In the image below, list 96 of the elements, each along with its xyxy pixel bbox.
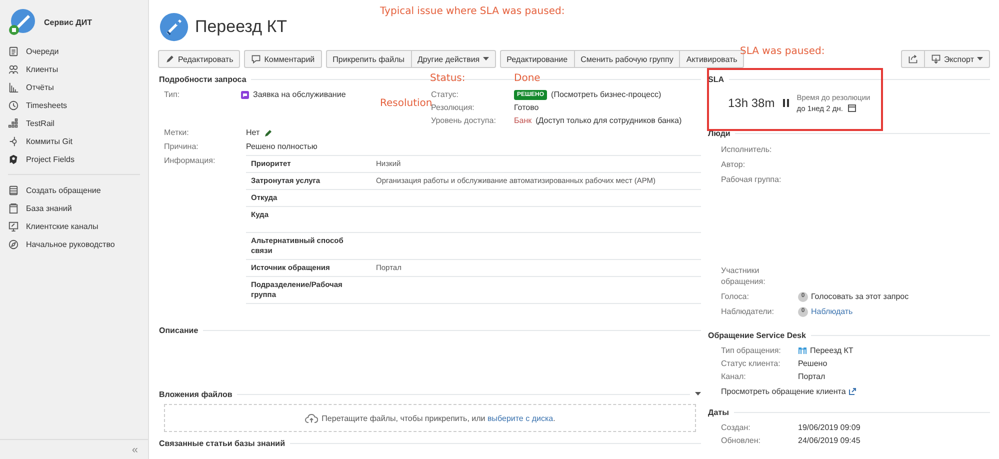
list-icon (8, 46, 19, 56)
request-type-icon (798, 346, 807, 355)
calendar-icon (848, 104, 856, 112)
toolbar-button[interactable]: Сменить рабочую группу (574, 50, 680, 68)
file-dropzone[interactable]: Перетащите файлы, чтобы прикрепить, или выберите с диска. (164, 404, 696, 432)
field-label: Резолюция: (431, 103, 476, 114)
vote-link[interactable]: Голосовать за этот запрос (811, 289, 909, 304)
field-value: (Доступ только для сотрудников банка) (536, 115, 682, 127)
field-label: Уровень доступа: (431, 115, 497, 127)
field-value: Переезд КТ (810, 345, 854, 357)
project-avatar-icon (8, 8, 36, 36)
bar-chart-icon (8, 82, 19, 92)
toolbar-button[interactable]: Другие действия (410, 50, 496, 68)
nav-item[interactable]: Клиентские каналы (0, 217, 148, 235)
toolbar-button[interactable]: Прикрепить файлы (326, 50, 412, 68)
field-value: Заявка на обслуживание (253, 89, 346, 101)
field-label: Обновлен: (721, 435, 762, 447)
annotation-note: Status: (430, 73, 466, 84)
field-label: Голоса: (721, 291, 750, 303)
field-label: Исполнитель: (721, 144, 773, 156)
field-value: 19/06/2019 09:09 (798, 422, 862, 434)
request-type-icon (241, 90, 249, 98)
clock-icon (8, 100, 19, 110)
nav-item[interactable]: Timesheets (0, 96, 148, 114)
toolbar-button[interactable]: Комментарий (244, 50, 322, 68)
field-label: Информация: (163, 155, 216, 167)
nav-item[interactable]: TestRail (0, 114, 148, 132)
external-link-icon (848, 388, 856, 395)
field-label: Причина: (163, 141, 200, 153)
field-value: Портал (798, 371, 826, 383)
field-label: Рабочая группа: (721, 174, 782, 186)
watch-link[interactable]: Наблюдать (811, 304, 853, 319)
speech-bubble-icon (251, 54, 262, 64)
field-label: Тип обращения: (721, 345, 782, 357)
annotation-note: Resolution (380, 98, 432, 109)
section-heading: SLA (708, 74, 724, 84)
section-heading: Подробности запроса (159, 74, 246, 84)
field-label: Метки: (163, 127, 190, 139)
section-heading: Связанные статьи базы знаний (159, 438, 285, 448)
nav-item[interactable]: Project Fields (0, 150, 148, 168)
issue-type-icon (159, 12, 189, 42)
compass-icon (8, 238, 19, 250)
field-value: Решено полностью (246, 141, 318, 153)
nav-item[interactable]: Коммиты Git (0, 132, 148, 150)
field-label: Автор: (721, 159, 746, 171)
people-icon (8, 64, 19, 74)
annotation-note: Typical issue where SLA was paused: (380, 6, 565, 17)
export-icon (930, 54, 941, 64)
field-label: Канал: (721, 371, 747, 383)
form-icon (8, 184, 19, 196)
access-level-link[interactable]: Банк (514, 114, 532, 127)
share-icon (908, 54, 918, 64)
sla-time: 13h 38m (728, 96, 775, 110)
upload-cloud-icon (304, 413, 318, 423)
field-label: Наблюдатели: (721, 306, 775, 318)
annotation-note: Done (514, 73, 540, 84)
pencil-icon (165, 54, 175, 64)
issue-title: Переезд КТ (195, 17, 288, 37)
section-heading: Даты (708, 408, 729, 416)
pencil-icon (264, 129, 272, 137)
toolbar-button[interactable]: Редактирование (500, 50, 575, 68)
workflow-link[interactable]: (Посмотреть бизнес-процесс) (551, 88, 662, 101)
shield-icon (8, 154, 19, 164)
nav-item[interactable]: Отчёты (0, 78, 148, 96)
field-label: Статус клиента: (721, 358, 782, 370)
export-button[interactable]: Экспорт (924, 50, 990, 68)
caret-icon (695, 392, 701, 396)
field-label: Участники обращения: (720, 265, 766, 287)
monitor-icon (8, 220, 19, 232)
toolbar-button[interactable]: Редактировать (158, 50, 240, 68)
view-customer-request-link[interactable]: Просмотреть обращение клиента (721, 387, 846, 396)
nav-item[interactable]: Клиенты (0, 60, 148, 78)
grid-icon (8, 118, 19, 128)
caret-icon (482, 57, 489, 61)
share-button[interactable] (900, 50, 925, 68)
caret-icon (977, 57, 983, 61)
book-icon (8, 202, 19, 214)
field-value: Нет (246, 127, 260, 139)
field-label: Создан: (721, 422, 752, 434)
section-heading: Описание (159, 326, 198, 334)
field-value: Готово (514, 102, 540, 114)
nav-item[interactable]: База знаний (0, 199, 148, 217)
nav-item[interactable]: Начальное руководство (0, 235, 148, 253)
nav-item[interactable]: Создать обращение (0, 181, 148, 199)
nav-item[interactable]: Очереди (0, 42, 148, 60)
dropzone-text: Перетащите файлы, чтобы прикрепить, или выберите с диска. (322, 414, 556, 422)
field-value: 24/06/2019 09:45 (798, 435, 862, 447)
choose-file-link[interactable]: выберите с диска (488, 414, 554, 422)
section-heading: Обращение Service Desk (708, 330, 806, 340)
field-value: Решено (798, 358, 828, 370)
field-label: Тип: (163, 89, 181, 101)
section-heading: Вложения файлов (159, 390, 232, 398)
field-label: Статус: (431, 89, 460, 99)
commit-icon (8, 136, 19, 146)
section-heading: Люди (708, 128, 730, 138)
project-name: Сервис ДИТ (44, 18, 92, 26)
